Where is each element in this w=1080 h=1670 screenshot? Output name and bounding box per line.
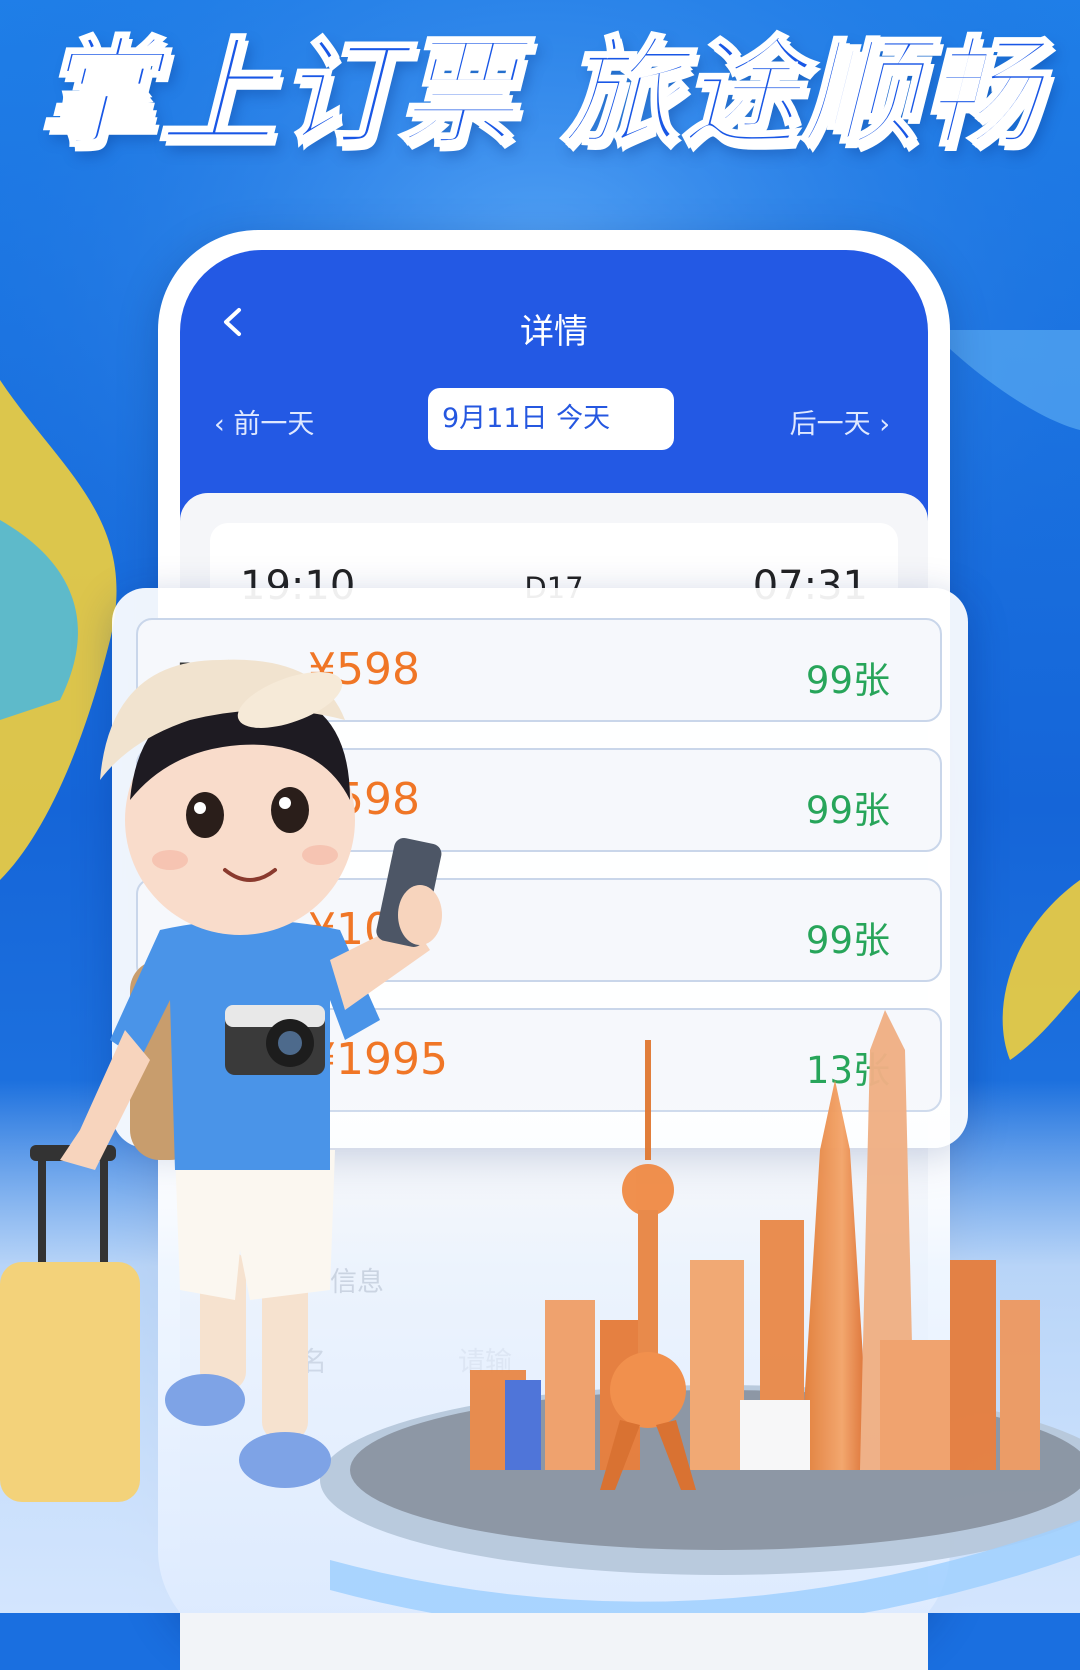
seat-count: 99张 xyxy=(805,659,890,702)
prev-day-label: 前一天 xyxy=(233,409,315,440)
seat-count: 13张 xyxy=(805,1049,890,1092)
chevron-right-small-icon: › xyxy=(870,409,890,440)
seat-row[interactable]: 无座 ¥598 99张 xyxy=(136,618,942,722)
seat-price: ¥1995 xyxy=(308,1034,448,1085)
seat-list-panel: 无座 ¥598 99张 ¥598 99张 ¥10 99张 ¥1995 13张 xyxy=(112,588,968,1148)
seat-name: 无座 xyxy=(176,658,244,698)
seat-price: ¥598 xyxy=(308,774,420,825)
banner-headline: 掌上订票 旅途顺畅 xyxy=(37,23,1042,164)
seat-row[interactable]: ¥598 99张 xyxy=(136,748,942,852)
page-title: 详情 xyxy=(520,312,588,352)
passenger-section-label: 信息 xyxy=(330,1267,384,1298)
next-day-label: 后一天 xyxy=(789,409,871,440)
name-field-label: 名 xyxy=(300,1347,327,1378)
next-day-button[interactable]: 后一天 › xyxy=(790,402,890,441)
prev-day-button[interactable]: ‹ 前一天 xyxy=(214,402,314,441)
seat-count: 99张 xyxy=(805,919,890,962)
name-field-placeholder[interactable]: 请输 xyxy=(458,1340,512,1379)
date-selector[interactable]: 9月11日 今天 xyxy=(428,388,674,450)
chevron-left-small-icon: ‹ xyxy=(214,409,234,440)
seat-price: ¥598 xyxy=(308,644,420,695)
seat-row[interactable]: ¥1995 13张 xyxy=(136,1008,942,1112)
seat-row[interactable]: ¥10 99张 xyxy=(136,878,942,982)
seat-count: 99张 xyxy=(805,789,890,832)
seat-price: ¥10 xyxy=(308,904,392,955)
